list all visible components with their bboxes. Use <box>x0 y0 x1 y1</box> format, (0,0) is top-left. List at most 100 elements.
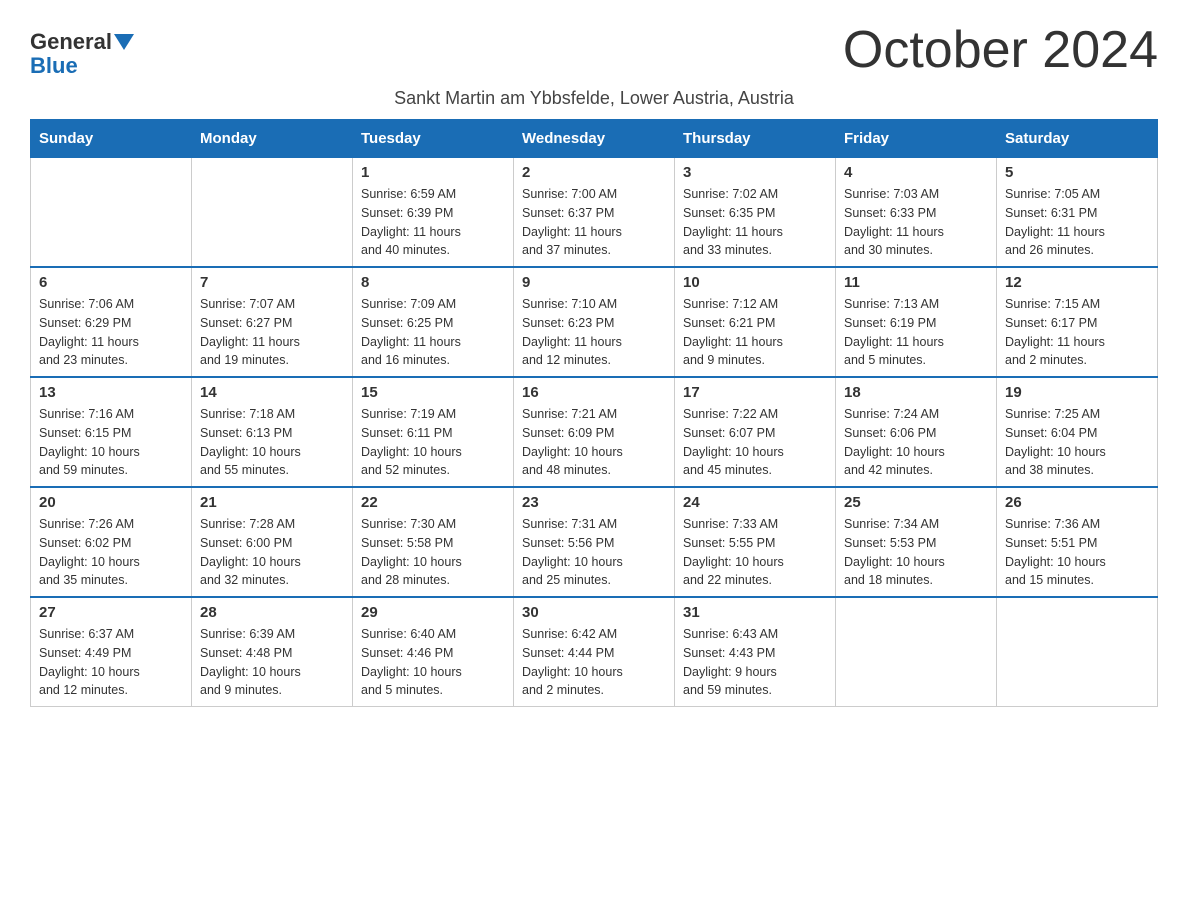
calendar-table: SundayMondayTuesdayWednesdayThursdayFrid… <box>30 119 1158 707</box>
calendar-cell: 6 Sunrise: 7:06 AM Sunset: 6:29 PM Daylig… <box>31 267 192 377</box>
day-info: Sunrise: 7:10 AM Sunset: 6:23 PM Dayligh… <box>522 295 666 370</box>
day-number: 8 <box>361 274 505 291</box>
calendar-cell: 17Sunrise: 7:22 AM Sunset: 6:07 PM Dayli… <box>675 377 836 487</box>
calendar-cell: 2 Sunrise: 7:00 AM Sunset: 6:37 PM Daylig… <box>514 158 675 268</box>
calendar-week-row: 13 Sunrise: 7:16 AM Sunset: 6:15 PM Dayli… <box>31 377 1158 487</box>
calendar-cell: 10 Sunrise: 7:12 AM Sunset: 6:21 PM Dayli… <box>675 267 836 377</box>
day-number: 9 <box>522 274 666 291</box>
calendar-cell <box>31 158 192 268</box>
calendar-cell: 20Sunrise: 7:26 AM Sunset: 6:02 PM Dayli… <box>31 487 192 597</box>
day-info: Sunrise: 6:43 AM Sunset: 4:43 PM Dayligh… <box>683 625 827 700</box>
day-number: 3 <box>683 164 827 181</box>
day-info: Sunrise: 7:07 AM Sunset: 6:27 PM Dayligh… <box>200 295 344 370</box>
day-number: 21 <box>200 494 344 511</box>
calendar-week-row: 20Sunrise: 7:26 AM Sunset: 6:02 PM Dayli… <box>31 487 1158 597</box>
day-info: Sunrise: 7:12 AM Sunset: 6:21 PM Dayligh… <box>683 295 827 370</box>
day-info: Sunrise: 6:42 AM Sunset: 4:44 PM Dayligh… <box>522 625 666 700</box>
weekday-header-wednesday: Wednesday <box>514 120 675 158</box>
day-number: 15 <box>361 384 505 401</box>
calendar-cell: 24 Sunrise: 7:33 AM Sunset: 5:55 PM Dayli… <box>675 487 836 597</box>
weekday-header-row: SundayMondayTuesdayWednesdayThursdayFrid… <box>31 120 1158 158</box>
calendar-cell: 16 Sunrise: 7:21 AM Sunset: 6:09 PM Dayli… <box>514 377 675 487</box>
day-info: Sunrise: 7:28 AM Sunset: 6:00 PM Dayligh… <box>200 515 344 590</box>
day-info: Sunrise: 7:31 AM Sunset: 5:56 PM Dayligh… <box>522 515 666 590</box>
day-info: Sunrise: 7:34 AM Sunset: 5:53 PM Dayligh… <box>844 515 988 590</box>
day-number: 22 <box>361 494 505 511</box>
day-info: Sunrise: 6:37 AM Sunset: 4:49 PM Dayligh… <box>39 625 183 700</box>
calendar-cell: 23 Sunrise: 7:31 AM Sunset: 5:56 PM Dayli… <box>514 487 675 597</box>
calendar-cell: 27 Sunrise: 6:37 AM Sunset: 4:49 PM Dayli… <box>31 597 192 707</box>
day-number: 1 <box>361 164 505 181</box>
day-number: 12 <box>1005 274 1149 291</box>
day-number: 13 <box>39 384 183 401</box>
calendar-cell: 5 Sunrise: 7:05 AM Sunset: 6:31 PM Daylig… <box>997 158 1158 268</box>
header: General Blue October 2024 <box>30 20 1158 80</box>
calendar-cell: 14 Sunrise: 7:18 AM Sunset: 6:13 PM Dayli… <box>192 377 353 487</box>
day-info: Sunrise: 7:19 AM Sunset: 6:11 PM Dayligh… <box>361 405 505 480</box>
day-number: 14 <box>200 384 344 401</box>
weekday-header-monday: Monday <box>192 120 353 158</box>
weekday-header-saturday: Saturday <box>997 120 1158 158</box>
day-number: 18 <box>844 384 988 401</box>
day-info: Sunrise: 7:33 AM Sunset: 5:55 PM Dayligh… <box>683 515 827 590</box>
day-number: 24 <box>683 494 827 511</box>
day-number: 16 <box>522 384 666 401</box>
day-number: 23 <box>522 494 666 511</box>
logo-blue: Blue <box>30 54 78 78</box>
day-info: Sunrise: 7:18 AM Sunset: 6:13 PM Dayligh… <box>200 405 344 480</box>
calendar-week-row: 1Sunrise: 6:59 AM Sunset: 6:39 PM Daylig… <box>31 158 1158 268</box>
day-info: Sunrise: 7:16 AM Sunset: 6:15 PM Dayligh… <box>39 405 183 480</box>
day-number: 28 <box>200 604 344 621</box>
day-number: 30 <box>522 604 666 621</box>
calendar-cell: 25 Sunrise: 7:34 AM Sunset: 5:53 PM Dayli… <box>836 487 997 597</box>
day-info: Sunrise: 6:39 AM Sunset: 4:48 PM Dayligh… <box>200 625 344 700</box>
day-number: 26 <box>1005 494 1149 511</box>
day-info: Sunrise: 7:03 AM Sunset: 6:33 PM Dayligh… <box>844 185 988 260</box>
day-info: Sunrise: 7:06 AM Sunset: 6:29 PM Dayligh… <box>39 295 183 370</box>
day-info: Sunrise: 7:36 AM Sunset: 5:51 PM Dayligh… <box>1005 515 1149 590</box>
weekday-header-thursday: Thursday <box>675 120 836 158</box>
calendar-cell: 3 Sunrise: 7:02 AM Sunset: 6:35 PM Daylig… <box>675 158 836 268</box>
day-info: Sunrise: 7:02 AM Sunset: 6:35 PM Dayligh… <box>683 185 827 260</box>
logo-triangle-icon <box>114 34 134 50</box>
calendar-cell: 26 Sunrise: 7:36 AM Sunset: 5:51 PM Dayli… <box>997 487 1158 597</box>
calendar-cell: 11Sunrise: 7:13 AM Sunset: 6:19 PM Dayli… <box>836 267 997 377</box>
day-info: Sunrise: 7:05 AM Sunset: 6:31 PM Dayligh… <box>1005 185 1149 260</box>
location-subtitle: Sankt Martin am Ybbsfelde, Lower Austria… <box>30 88 1158 109</box>
calendar-cell <box>192 158 353 268</box>
day-number: 17 <box>683 384 827 401</box>
day-number: 6 <box>39 274 183 291</box>
calendar-cell: 15 Sunrise: 7:19 AM Sunset: 6:11 PM Dayli… <box>353 377 514 487</box>
day-info: Sunrise: 7:15 AM Sunset: 6:17 PM Dayligh… <box>1005 295 1149 370</box>
logo-general: General <box>30 30 112 54</box>
calendar-cell: 31Sunrise: 6:43 AM Sunset: 4:43 PM Dayli… <box>675 597 836 707</box>
day-number: 7 <box>200 274 344 291</box>
day-info: Sunrise: 6:40 AM Sunset: 4:46 PM Dayligh… <box>361 625 505 700</box>
calendar-cell <box>997 597 1158 707</box>
day-number: 2 <box>522 164 666 181</box>
day-info: Sunrise: 7:00 AM Sunset: 6:37 PM Dayligh… <box>522 185 666 260</box>
day-info: Sunrise: 7:09 AM Sunset: 6:25 PM Dayligh… <box>361 295 505 370</box>
day-number: 5 <box>1005 164 1149 181</box>
calendar-cell: 28 Sunrise: 6:39 AM Sunset: 4:48 PM Dayli… <box>192 597 353 707</box>
day-number: 10 <box>683 274 827 291</box>
day-info: Sunrise: 7:26 AM Sunset: 6:02 PM Dayligh… <box>39 515 183 590</box>
calendar-cell: 19 Sunrise: 7:25 AM Sunset: 6:04 PM Dayli… <box>997 377 1158 487</box>
weekday-header-tuesday: Tuesday <box>353 120 514 158</box>
calendar-cell: 1Sunrise: 6:59 AM Sunset: 6:39 PM Daylig… <box>353 158 514 268</box>
calendar-cell: 21 Sunrise: 7:28 AM Sunset: 6:00 PM Dayli… <box>192 487 353 597</box>
calendar-cell: 9 Sunrise: 7:10 AM Sunset: 6:23 PM Daylig… <box>514 267 675 377</box>
day-number: 27 <box>39 604 183 621</box>
day-number: 19 <box>1005 384 1149 401</box>
weekday-header-sunday: Sunday <box>31 120 192 158</box>
calendar-cell: 18Sunrise: 7:24 AM Sunset: 6:06 PM Dayli… <box>836 377 997 487</box>
calendar-cell: 30 Sunrise: 6:42 AM Sunset: 4:44 PM Dayli… <box>514 597 675 707</box>
day-number: 4 <box>844 164 988 181</box>
day-info: Sunrise: 7:13 AM Sunset: 6:19 PM Dayligh… <box>844 295 988 370</box>
day-info: Sunrise: 7:30 AM Sunset: 5:58 PM Dayligh… <box>361 515 505 590</box>
month-title: October 2024 <box>843 20 1158 80</box>
day-info: Sunrise: 7:25 AM Sunset: 6:04 PM Dayligh… <box>1005 405 1149 480</box>
day-info: Sunrise: 7:21 AM Sunset: 6:09 PM Dayligh… <box>522 405 666 480</box>
day-number: 25 <box>844 494 988 511</box>
weekday-header-friday: Friday <box>836 120 997 158</box>
